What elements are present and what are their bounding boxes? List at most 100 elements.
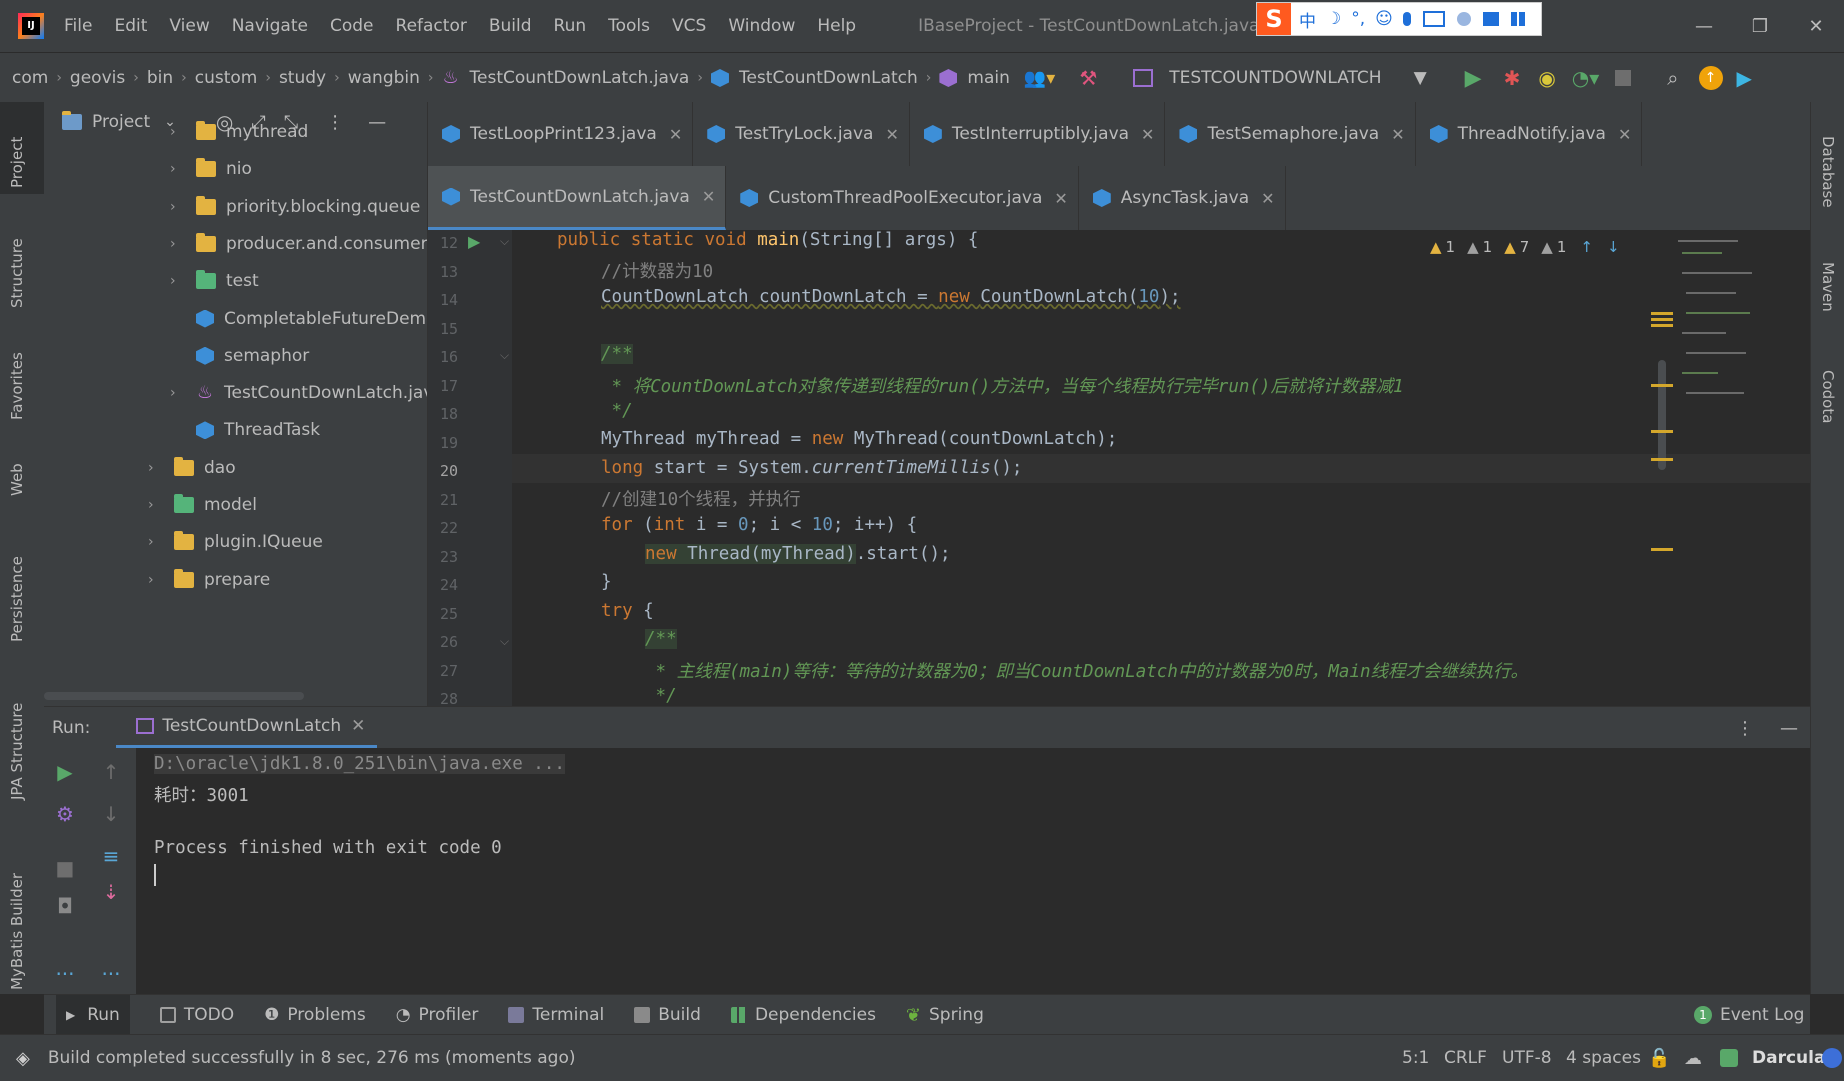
menu-edit[interactable]: Edit — [114, 16, 147, 36]
tool-codota[interactable]: Codota — [1819, 370, 1837, 423]
close-tab-icon[interactable]: ✕ — [1391, 125, 1404, 144]
memory-indicator-icon[interactable] — [1822, 1048, 1842, 1068]
toolwin-todo[interactable]: TODO — [159, 1005, 234, 1025]
tree-item[interactable]: › model — [148, 485, 257, 525]
event-log-button[interactable]: 1 Event Log — [1694, 1005, 1804, 1025]
tree-item[interactable]: › producer.and.consumer — [170, 224, 427, 264]
options-icon[interactable]: ⋮ — [1736, 718, 1754, 739]
run-gutter-icon[interactable]: ▶ — [468, 232, 480, 251]
line-number[interactable]: 15 — [428, 320, 458, 338]
tree-item[interactable]: ThreadTask — [170, 410, 320, 450]
close-window-button[interactable]: ✕ — [1788, 0, 1844, 52]
line-number[interactable]: 21 — [428, 491, 458, 509]
tool-maven[interactable]: Maven — [1819, 262, 1837, 312]
close-tab-icon[interactable]: ✕ — [1261, 189, 1274, 208]
toolwin-build[interactable]: Build — [634, 1005, 701, 1025]
line-number[interactable]: 18 — [428, 405, 458, 423]
line-number[interactable]: 25 — [428, 605, 458, 623]
editor-tab[interactable]: TestInterruptibly.java ✕ — [910, 102, 1166, 166]
warning-marker[interactable] — [1651, 458, 1673, 461]
crumb-com[interactable]: com — [12, 68, 48, 88]
close-icon[interactable]: ✕ — [351, 716, 365, 736]
close-tab-icon[interactable]: ✕ — [702, 187, 715, 206]
chevron-right-icon[interactable]: › — [148, 497, 162, 513]
toolwin-run[interactable]: ▶ Run — [56, 995, 130, 1035]
warning-marker[interactable] — [1651, 384, 1673, 387]
toolwin-dependencies[interactable]: Dependencies — [730, 1005, 876, 1025]
line-number[interactable]: 13 — [428, 263, 458, 281]
ime-moon-icon[interactable]: ☽ — [1326, 9, 1341, 29]
crumb-study[interactable]: study — [279, 68, 326, 88]
codota-icon[interactable]: ▶ — [1737, 66, 1752, 90]
tool-structure[interactable]: Structure — [8, 238, 26, 308]
line-number[interactable]: 20 — [428, 462, 458, 480]
toolwin-profiler[interactable]: ◔ Profiler — [396, 1005, 479, 1025]
scroll-to-end-icon[interactable]: ⇣ — [96, 880, 126, 904]
tree-item[interactable]: › mythread — [170, 112, 308, 152]
close-tab-icon[interactable]: ✕ — [1054, 189, 1067, 208]
line-number[interactable]: 22 — [428, 519, 458, 537]
line-number[interactable]: 23 — [428, 548, 458, 566]
chevron-right-icon[interactable]: › — [170, 124, 184, 140]
users-icon[interactable]: 👥▾ — [1024, 68, 1055, 89]
fold-icon[interactable]: ⌵ — [500, 234, 509, 249]
tool-favorites[interactable]: Favorites — [8, 352, 26, 420]
file-encoding[interactable]: UTF-8 — [1502, 1048, 1552, 1068]
settings-icon[interactable]: ⚙ — [50, 802, 80, 826]
toolwin-terminal[interactable]: Terminal — [508, 1005, 604, 1025]
close-tab-icon[interactable]: ✕ — [669, 125, 682, 144]
ime-user-icon[interactable] — [1456, 12, 1471, 26]
more-icon[interactable]: ··· — [96, 962, 126, 986]
run-tab[interactable]: TestCountDownLatch ✕ — [116, 707, 378, 749]
tool-database[interactable]: Database — [1819, 136, 1837, 208]
tool-jpa-structure[interactable]: JPA Structure — [8, 703, 26, 800]
warning-marker[interactable] — [1651, 324, 1673, 327]
editor-tab[interactable]: TestSemaphore.java ✕ — [1165, 102, 1416, 166]
line-number[interactable]: 19 — [428, 434, 458, 452]
crumb-geovis[interactable]: geovis — [70, 68, 125, 88]
crumb-method[interactable]: main — [967, 68, 1009, 88]
chevron-right-icon[interactable]: › — [148, 460, 162, 476]
options-icon[interactable]: ⋮ — [326, 112, 344, 133]
search-icon[interactable]: ⌕ — [1667, 66, 1678, 90]
code-editor[interactable]: public static void main(String[] args) {… — [512, 230, 1810, 706]
chevron-right-icon[interactable]: › — [170, 385, 184, 401]
tree-scrollbar[interactable] — [44, 692, 304, 700]
warning-marker[interactable] — [1651, 318, 1673, 321]
tree-item[interactable]: › plugin.IQueue — [148, 522, 323, 562]
indent-setting[interactable]: 4 spaces — [1566, 1048, 1641, 1068]
editor-tab[interactable]: TestCountDownLatch.java ✕ — [428, 166, 727, 230]
ime-chinese[interactable]: 中 — [1299, 7, 1316, 32]
menu-code[interactable]: Code — [330, 16, 374, 36]
chevron-right-icon[interactable]: › — [170, 236, 184, 252]
warning-marker[interactable] — [1651, 548, 1673, 551]
hide-panel-icon[interactable]: — — [1780, 718, 1798, 739]
line-number[interactable]: 17 — [428, 377, 458, 395]
chevron-right-icon[interactable]: › — [148, 534, 162, 550]
fold-icon[interactable]: ⌵ — [500, 634, 509, 649]
ime-keyboard-icon[interactable] — [1422, 11, 1445, 27]
more-icon[interactable]: ··· — [50, 962, 80, 986]
stop-icon[interactable]: ■ — [50, 856, 80, 880]
tree-item[interactable]: › ♨ TestCountDownLatch.java — [170, 373, 427, 413]
chevron-right-icon[interactable]: › — [170, 161, 184, 177]
ime-mic-icon[interactable] — [1402, 12, 1411, 26]
build-hammer-icon[interactable]: ⚒ — [1079, 66, 1097, 90]
stop-icon[interactable] — [1615, 70, 1632, 86]
editor-scrollbar[interactable] — [1658, 360, 1666, 470]
line-number[interactable]: 16 — [428, 348, 458, 366]
toolwin-problems[interactable]: ❶ Problems — [264, 1005, 366, 1025]
menu-tools[interactable]: Tools — [608, 16, 650, 36]
tool-project[interactable]: Project — [8, 137, 26, 188]
tool-web[interactable]: Web — [8, 463, 26, 496]
tree-item[interactable]: › priority.blocking.queue — [170, 187, 420, 227]
profiler-icon[interactable]: ◔▾ — [1572, 66, 1600, 90]
run-config-selector[interactable]: TESTCOUNTDOWNLATCH ▼ — [1133, 68, 1427, 88]
warning-marker[interactable] — [1651, 430, 1673, 433]
close-tab-icon[interactable]: ✕ — [885, 125, 898, 144]
restore-button[interactable]: ❐ — [1732, 0, 1788, 52]
menu-vcs[interactable]: VCS — [672, 16, 706, 36]
run-console[interactable]: D:\oracle\jdk1.8.0_251\bin\java.exe ... … — [136, 748, 1810, 994]
menu-window[interactable]: Window — [728, 16, 795, 36]
theme-name[interactable]: Darcula — [1752, 1048, 1825, 1068]
